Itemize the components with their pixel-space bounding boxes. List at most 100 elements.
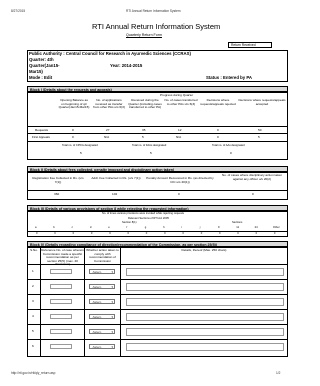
status: Status : Entered by PA: [206, 75, 253, 80]
quarter-label-2: Mar15): [29, 69, 43, 74]
block3-value-j: 0: [200, 232, 203, 235]
block3-sub1: No. of times various provisions were inv…: [102, 212, 185, 215]
reference-input[interactable]: [50, 344, 72, 349]
block1-col-transferred: No. of cases transferred to other PAs u/…: [164, 98, 198, 106]
total-faas-value: 5: [150, 151, 152, 155]
block1-col-received-transfer: No. of applications received as transfer…: [93, 98, 125, 110]
footer-url: http://rti.gov.in/rti/qly_return.asp: [11, 371, 56, 375]
requests-transferred: 12: [178, 128, 182, 132]
action-select[interactable]: -Select-: [89, 269, 115, 275]
requests-received-transfer: 27: [106, 128, 110, 132]
block1-col-received-quarter: Received during the Quarter (including c…: [128, 98, 162, 110]
block3-col-j: j: [199, 226, 201, 229]
row-sno: 5: [32, 329, 34, 333]
block3-value-i: 0: [182, 232, 184, 235]
block3-col-24: 24: [254, 226, 258, 229]
block3-value-f: 0: [127, 232, 130, 235]
action-select[interactable]: -Select-: [89, 299, 115, 305]
block2-col-registration-fee: Registration Fee Collected in Rs. (u/s 7…: [32, 176, 84, 184]
block3-value-other: 0: [273, 232, 276, 235]
action-select[interactable]: -Select-: [89, 344, 115, 350]
reference-input[interactable]: [50, 269, 72, 274]
block4-col-details: Details, thereof (Max. 250 chars): [181, 248, 227, 252]
disciplinary-value: 0: [252, 192, 254, 196]
block3-col-9: 9: [218, 226, 220, 229]
page-title: RTI Annual Return Information System: [92, 22, 221, 31]
row-sno: 6: [32, 344, 34, 348]
block4-col-sno: S.No.: [30, 248, 38, 252]
block3-value-24: 0: [255, 232, 258, 235]
requests-opening: 0: [72, 128, 74, 132]
block4-col-action: Whether action taken to comply with reco…: [86, 248, 119, 263]
block3-value-11: 0: [237, 232, 239, 235]
total-aas-value: 0: [230, 151, 232, 155]
block3-value-c: 0: [72, 232, 75, 235]
block3-col-h: h: [163, 226, 165, 229]
row-label-first-appeals: First Appeals: [32, 135, 50, 139]
block3-value-e: 0: [109, 232, 111, 235]
row-label-requests: Requests: [35, 128, 49, 132]
block3-col-e: e: [108, 226, 110, 229]
block1-col-accepted: Decisions where requests/appeals accepte…: [238, 98, 286, 106]
action-select[interactable]: -Select-: [89, 314, 115, 320]
details-textarea[interactable]: [126, 328, 284, 336]
registration-fee-value: 360: [54, 192, 60, 196]
row-sno: 1: [32, 269, 34, 273]
block3-col-i: i: [181, 226, 182, 229]
block3-value-9: 0: [219, 232, 221, 235]
print-app-name: RTI Annual Return Information System: [126, 9, 181, 13]
appeals-opening: 0: [72, 135, 74, 139]
details-textarea[interactable]: [126, 313, 284, 321]
quarter-label: Quarter(Jan15-: [29, 63, 60, 68]
row-sno: 3: [32, 299, 34, 303]
return-received-badge: Return Received: [228, 42, 272, 48]
block3-col-b: b: [53, 226, 55, 229]
print-date: 8/27/2015: [11, 9, 26, 13]
details-textarea[interactable]: [126, 283, 284, 291]
reference-input[interactable]: [50, 314, 72, 319]
year: Year: 2014-2015: [110, 63, 143, 68]
block3-col-f: f: [126, 226, 128, 229]
mode: Mode : Edit: [29, 75, 53, 80]
reference-input[interactable]: [50, 284, 72, 289]
reference-input[interactable]: [50, 329, 72, 334]
block3-col-g: g: [144, 226, 147, 229]
requests-rejected: 0: [217, 128, 219, 132]
block3-col-other: Other: [272, 226, 280, 229]
reference-input[interactable]: [50, 299, 72, 304]
block3-value-a: 0: [36, 232, 38, 235]
penalty-value: 0: [178, 192, 180, 196]
block3-sections: Sections: [232, 221, 243, 224]
block3-col-c: c: [71, 226, 73, 229]
appeals-rejected: 0: [217, 135, 219, 139]
requests-received-quarter: 35: [142, 128, 146, 132]
block2-col-disciplinary: No. of cases where disciplinary action t…: [221, 173, 283, 181]
block1-col-rejected: Decisions where requests/appeals rejecte…: [200, 98, 236, 106]
block3-col-a: a: [35, 226, 37, 229]
appeals-received-transfer: N/A: [104, 135, 110, 139]
block3-value-g: 0: [145, 232, 148, 235]
total-aas-label: Total no. of AAs designated: [212, 144, 245, 147]
block1-col-opening: Opening Balance as on beginning of qtr Q…: [58, 98, 90, 110]
block1-progress-header: Progress during Quarter: [160, 93, 194, 97]
block2-col-addl-fee: Addl. Fee Collected in Rs. (u/s 7(1)): [91, 176, 141, 180]
action-select[interactable]: -Select-: [89, 329, 115, 335]
appeals-accepted: 5: [258, 135, 260, 139]
block2-col-penalty: Penalty Amount Recovered in Rs. (as dire…: [146, 176, 214, 184]
footer-page: 1/2: [276, 371, 281, 375]
requests-accepted: 50: [258, 128, 262, 132]
addl-fee-value: 102: [112, 192, 118, 196]
block3-value-h: 0: [164, 232, 166, 235]
details-textarea[interactable]: [126, 268, 284, 276]
total-cpios-value: 5: [80, 151, 82, 155]
details-textarea[interactable]: [126, 343, 284, 351]
block3-col-11: 11: [236, 226, 240, 229]
public-authority: Public Authority : Central Council for R…: [29, 51, 191, 56]
block3-col-d: d: [89, 226, 92, 229]
total-faas-label: Total no. of FAAs designated: [132, 144, 167, 147]
page-subtitle: Quarterly Return Form: [126, 33, 162, 37]
block3-value-d: 0: [90, 232, 93, 235]
action-select[interactable]: -Select-: [89, 284, 115, 290]
quarter: Quarter: 4th: [29, 57, 54, 62]
details-textarea[interactable]: [126, 298, 284, 306]
